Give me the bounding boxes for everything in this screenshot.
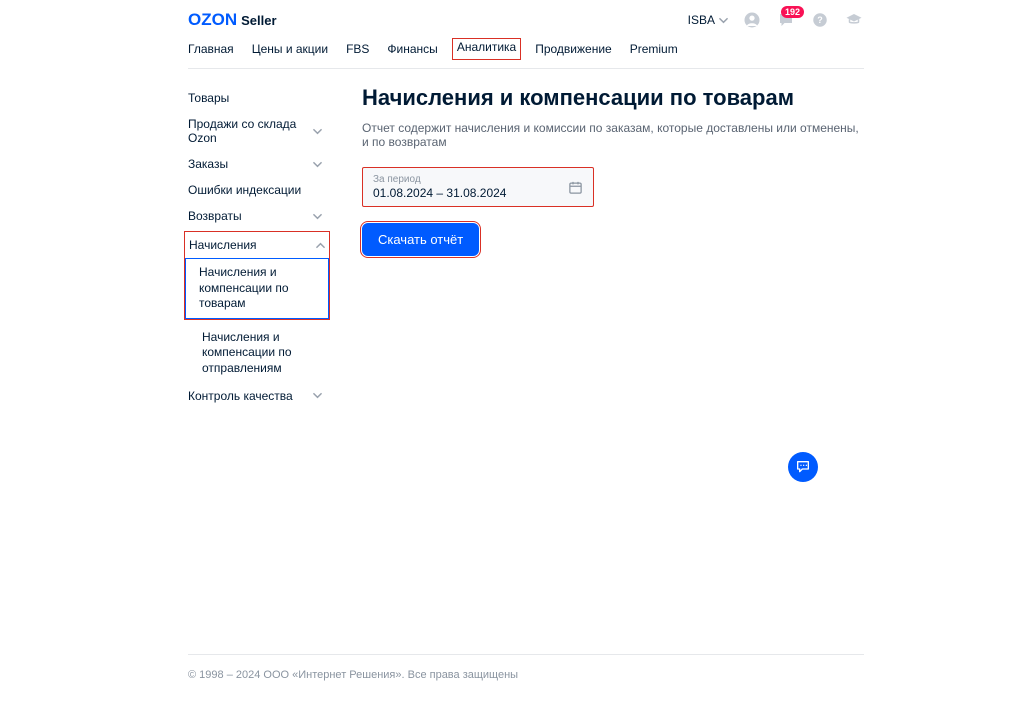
help-icon[interactable]: ?: [810, 10, 830, 30]
calendar-icon: [568, 180, 583, 195]
content-layout: Товары Продажи со склада Ozon Заказы Оши…: [188, 69, 864, 409]
nav-finance[interactable]: Финансы: [387, 40, 437, 58]
sidebar-quality[interactable]: Контроль качества: [188, 383, 326, 409]
nav-fbs[interactable]: FBS: [346, 40, 369, 58]
nav-premium[interactable]: Premium: [630, 40, 678, 58]
chevron-up-icon: [316, 241, 325, 250]
chevron-down-icon: [313, 212, 322, 221]
svg-text:?: ?: [817, 15, 823, 25]
main-content: Начисления и компенсации по товарам Отче…: [362, 85, 864, 409]
sidebar-item-label: Продажи со склада Ozon: [188, 117, 313, 145]
sidebar-accruals-group: Начисления Начисления и компенсации по т…: [184, 231, 330, 320]
chat-badge: 192: [781, 6, 804, 18]
chat-icon[interactable]: 192: [776, 10, 796, 30]
header: OZON Seller ISBA 192 ?: [188, 0, 864, 32]
education-icon[interactable]: [844, 10, 864, 30]
sidebar-accruals-by-products[interactable]: Начисления и компенсации по товарам: [185, 258, 329, 319]
chevron-down-icon: [313, 160, 322, 169]
nav-analytics[interactable]: Аналитика: [452, 38, 521, 60]
sidebar-item-label: Контроль качества: [188, 389, 293, 403]
footer-copyright: © 1998 – 2024 ООО «Интернет Решения». Вс…: [188, 669, 518, 681]
user-icon[interactable]: [742, 10, 762, 30]
nav-promotion[interactable]: Продвижение: [535, 40, 612, 58]
chevron-down-icon: [719, 16, 728, 25]
period-label: За период: [373, 174, 506, 185]
period-value: 01.08.2024 – 31.08.2024: [373, 186, 506, 200]
sidebar-products[interactable]: Товары: [188, 85, 326, 111]
sidebar-orders[interactable]: Заказы: [188, 151, 326, 177]
sidebar-sales-ozon[interactable]: Продажи со склада Ozon: [188, 111, 326, 151]
sidebar-accruals[interactable]: Начисления: [185, 232, 329, 258]
sidebar-subitem-label: Начисления и компенсации по отправлениям: [202, 330, 292, 375]
nav-prices[interactable]: Цены и акции: [252, 40, 328, 58]
footer: © 1998 – 2024 ООО «Интернет Решения». Вс…: [188, 655, 864, 701]
logo[interactable]: OZON Seller: [188, 10, 277, 30]
download-report-button[interactable]: Скачать отчёт: [362, 223, 479, 256]
sidebar-item-label: Возвраты: [188, 209, 242, 223]
account-dropdown[interactable]: ISBA: [688, 13, 728, 27]
sidebar-item-label: Заказы: [188, 157, 228, 171]
chat-bubble-button[interactable]: [788, 452, 818, 482]
sidebar-item-label: Начисления: [189, 238, 257, 252]
sidebar-item-label: Товары: [188, 91, 229, 105]
chat-bubble-icon: [795, 459, 811, 475]
sidebar: Товары Продажи со склада Ozon Заказы Оши…: [188, 85, 326, 409]
sidebar-accruals-by-shipments[interactable]: Начисления и компенсации по отправлениям: [188, 324, 326, 383]
sidebar-item-label: Ошибки индексации: [188, 183, 301, 197]
nav-home[interactable]: Главная: [188, 40, 234, 58]
main-nav: Главная Цены и акции FBS Финансы Аналити…: [188, 32, 864, 69]
account-name: ISBA: [688, 13, 715, 27]
header-right: ISBA 192 ?: [688, 10, 864, 30]
period-selector[interactable]: За период 01.08.2024 – 31.08.2024: [362, 167, 594, 207]
page-title: Начисления и компенсации по товарам: [362, 85, 864, 111]
chevron-down-icon: [313, 391, 322, 400]
page-description: Отчет содержит начисления и комиссии по …: [362, 121, 864, 149]
sidebar-subitem-label: Начисления и компенсации по товарам: [199, 265, 289, 310]
logo-ozon: OZON: [188, 10, 237, 30]
sidebar-index-errors[interactable]: Ошибки индексации: [188, 177, 326, 203]
chevron-down-icon: [313, 127, 322, 136]
logo-seller: Seller: [241, 13, 276, 28]
sidebar-returns[interactable]: Возвраты: [188, 203, 326, 229]
